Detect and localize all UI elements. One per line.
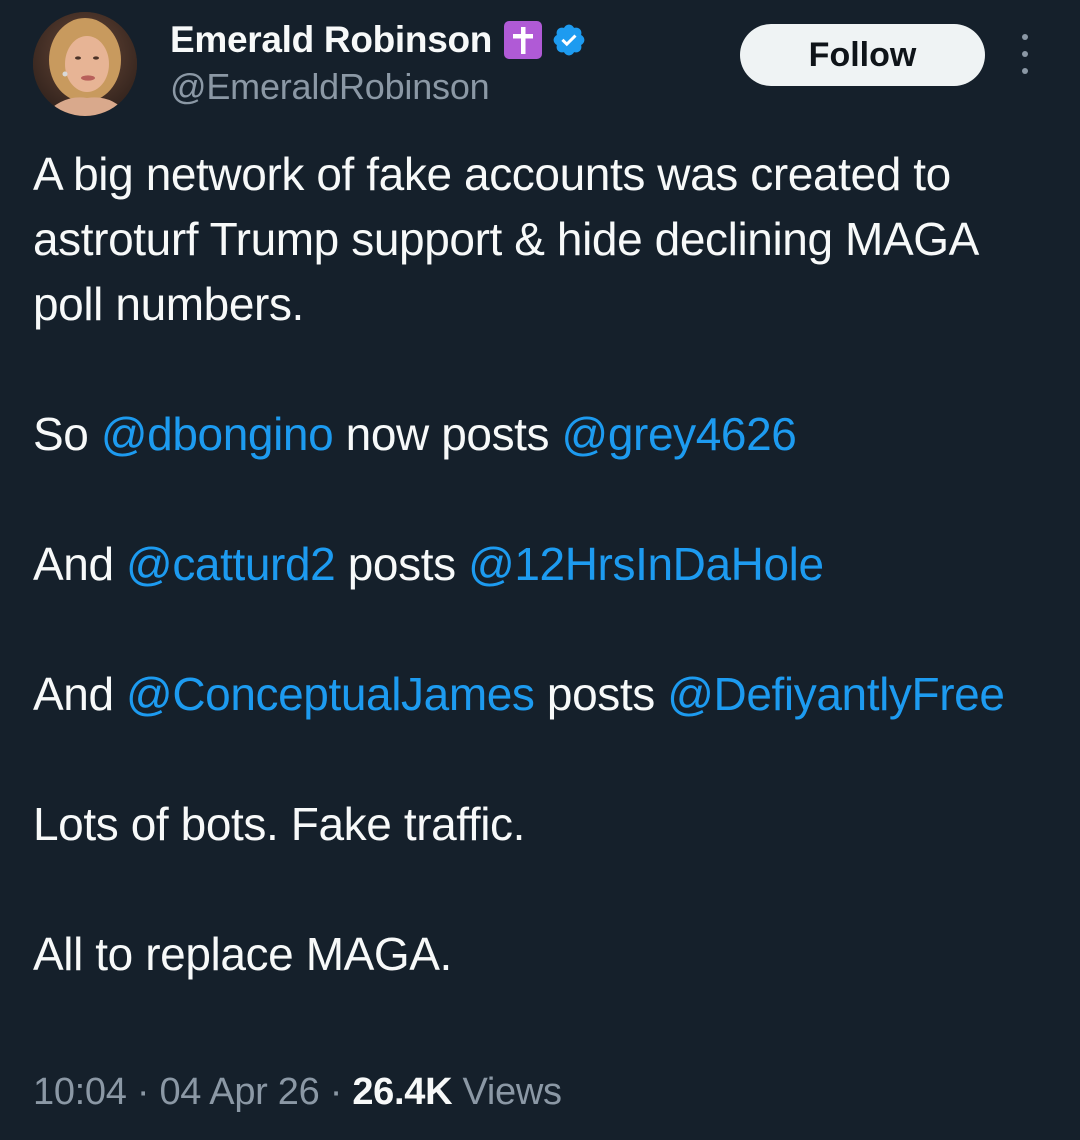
author-handle[interactable]: @EmeraldRobinson — [170, 66, 490, 108]
tweet-paragraph: And @catturd2 posts @12HrsInDaHole — [33, 532, 1043, 597]
tweet-text-segment: And — [33, 668, 127, 720]
tweet-text-segment: posts — [534, 668, 668, 720]
mention-link[interactable]: @ConceptualJames — [126, 668, 535, 720]
verified-badge-icon — [553, 24, 585, 56]
tweet-paragraph: All to replace MAGA. — [33, 928, 452, 980]
views-count[interactable]: 26.4K — [352, 1071, 452, 1113]
more-vertical-icon[interactable] — [1012, 34, 1038, 74]
author-display-name[interactable]: Emerald Robinson — [170, 19, 492, 61]
tweet: Emerald Robinson @EmeraldRobinson Follow… — [0, 0, 1080, 1140]
mention-link[interactable]: @DefiyantlyFree — [667, 668, 1005, 720]
follow-button[interactable]: Follow — [740, 24, 985, 86]
tweet-text-segment: now posts — [333, 408, 562, 460]
tweet-text-segment: So — [33, 408, 101, 460]
tweet-paragraph: And @ConceptualJames posts @DefiyantlyFr… — [33, 662, 1043, 727]
latin-cross-emoji-icon — [504, 21, 543, 59]
tweet-paragraph: A big network of fake accounts was creat… — [33, 148, 977, 330]
tweet-time[interactable]: 10:04 — [33, 1071, 127, 1113]
mention-link[interactable]: @grey4626 — [562, 408, 797, 460]
tweet-paragraph: Lots of bots. Fake traffic. — [33, 798, 526, 850]
tweet-text-segment: posts — [335, 538, 469, 590]
mention-link[interactable]: @12HrsInDaHole — [468, 538, 824, 590]
mention-link[interactable]: @catturd2 — [126, 538, 336, 590]
tweet-meta: 10:04 · 04 Apr 26 · 26.4K Views — [33, 1068, 562, 1116]
tweet-date[interactable]: 04 Apr 26 — [159, 1071, 319, 1113]
tweet-text: A big network of fake accounts was creat… — [33, 142, 1043, 987]
tweet-paragraph: So @dbongino now posts @grey4626 — [33, 402, 1043, 467]
tweet-text-segment: And — [33, 538, 127, 590]
mention-link[interactable]: @dbongino — [101, 408, 334, 460]
avatar[interactable] — [33, 12, 137, 116]
meta-separator: · — [126, 1071, 160, 1113]
views-label: Views — [452, 1071, 562, 1113]
meta-separator: · — [319, 1071, 353, 1113]
author-name-row: Emerald Robinson — [170, 16, 587, 64]
